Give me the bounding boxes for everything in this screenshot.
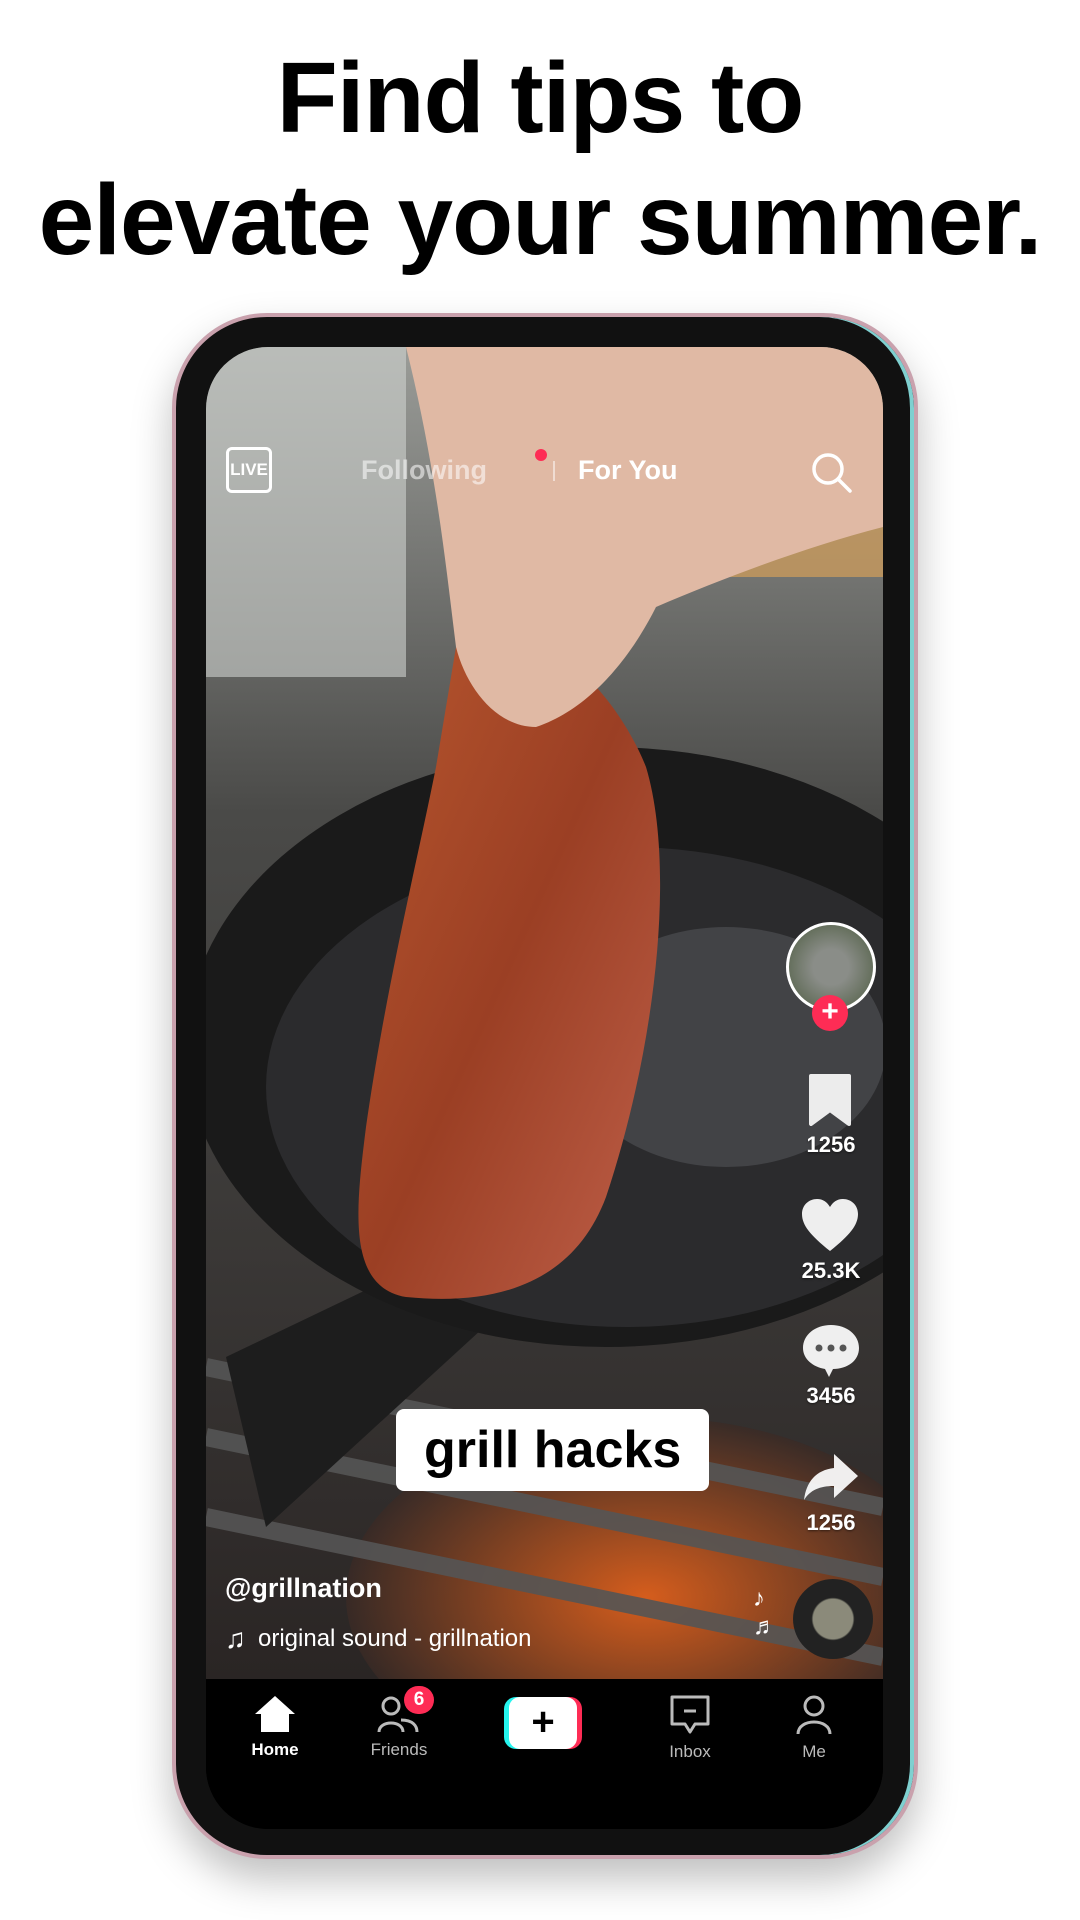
- bookmark-icon[interactable]: [807, 1072, 853, 1128]
- comment-icon[interactable]: [801, 1323, 861, 1379]
- live-button[interactable]: LIVE: [226, 447, 272, 493]
- nav-me[interactable]: Me: [759, 1694, 869, 1762]
- follow-plus-icon[interactable]: +: [812, 995, 848, 1031]
- save-count: 1256: [806, 1132, 856, 1157]
- creator-username[interactable]: @grillnation: [225, 1573, 382, 1604]
- tab-for-you[interactable]: For You: [578, 455, 678, 486]
- live-label: LIVE: [230, 460, 268, 479]
- following-notification-dot: [535, 449, 547, 461]
- headline-line-1: Find tips to: [276, 42, 805, 154]
- nav-friends[interactable]: Friends 6: [344, 1686, 454, 1760]
- nav-friends-label: Friends: [370, 1740, 428, 1759]
- nav-home-label: Home: [251, 1740, 299, 1759]
- tab-divider: [553, 461, 555, 481]
- music-note-icon: ♫: [225, 1623, 246, 1654]
- nav-inbox-label: Inbox: [669, 1742, 711, 1761]
- share-icon[interactable]: [802, 1452, 860, 1502]
- comment-count: 3456: [806, 1383, 856, 1408]
- friends-badge: 6: [404, 1686, 434, 1714]
- nav-inbox[interactable]: Inbox: [635, 1694, 745, 1762]
- search-icon[interactable]: [810, 451, 854, 495]
- headline-line-2: elevate your summer.: [38, 164, 1043, 276]
- share-count: 1256: [806, 1510, 856, 1535]
- profile-icon: [796, 1695, 832, 1735]
- tab-following[interactable]: Following: [361, 455, 487, 486]
- phone-screen: LIVE Following For You + 1256 25.3K 3456…: [206, 347, 883, 1829]
- home-icon: [255, 1696, 295, 1732]
- create-button[interactable]: +: [504, 1697, 582, 1749]
- plus-icon: +: [509, 1697, 577, 1749]
- sound-disc[interactable]: [793, 1579, 873, 1659]
- sound-name: original sound - grillnation: [258, 1625, 532, 1652]
- sound-info[interactable]: ♫ original sound - grillnation: [225, 1623, 532, 1655]
- heart-icon[interactable]: [800, 1197, 860, 1253]
- bottom-nav: Home Friends 6 + Inbox Me: [206, 1679, 883, 1829]
- inbox-icon: [670, 1695, 710, 1734]
- caption-sticker: grill hacks: [396, 1409, 710, 1491]
- nav-me-label: Me: [802, 1742, 826, 1761]
- floating-music-notes-icon: ♪ ♬: [753, 1585, 777, 1640]
- nav-home[interactable]: Home: [220, 1694, 330, 1760]
- like-count: 25.3K: [801, 1258, 861, 1283]
